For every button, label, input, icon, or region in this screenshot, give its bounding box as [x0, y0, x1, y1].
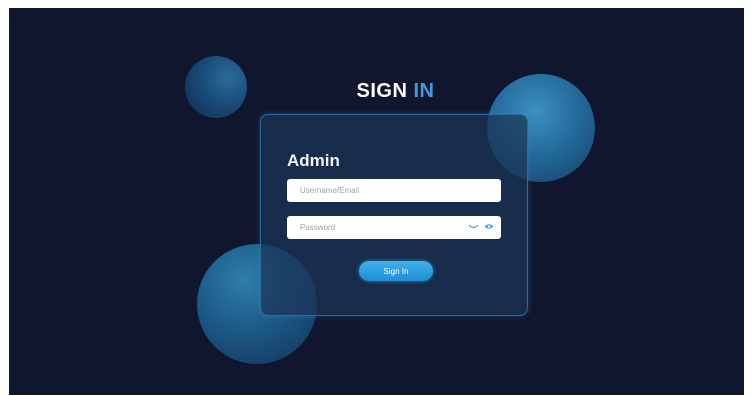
- password-input[interactable]: [297, 216, 470, 239]
- password-field[interactable]: [287, 216, 501, 239]
- page-title-main: SIGN: [356, 80, 408, 102]
- login-card: Admin Sign In: [260, 114, 528, 316]
- password-visibility-controls: [468, 223, 494, 230]
- login-screen: SIGN IN Admin Sign: [9, 8, 744, 395]
- eye-icon[interactable]: [484, 223, 494, 230]
- username-field[interactable]: [287, 179, 501, 202]
- username-input[interactable]: [297, 179, 494, 202]
- hidden-eye-icon[interactable]: [468, 224, 479, 230]
- sign-in-button[interactable]: Sign In: [359, 261, 433, 281]
- page-title-accent: IN: [413, 80, 435, 102]
- login-heading: Admin: [287, 151, 340, 170]
- page-title: SIGN IN: [9, 80, 744, 103]
